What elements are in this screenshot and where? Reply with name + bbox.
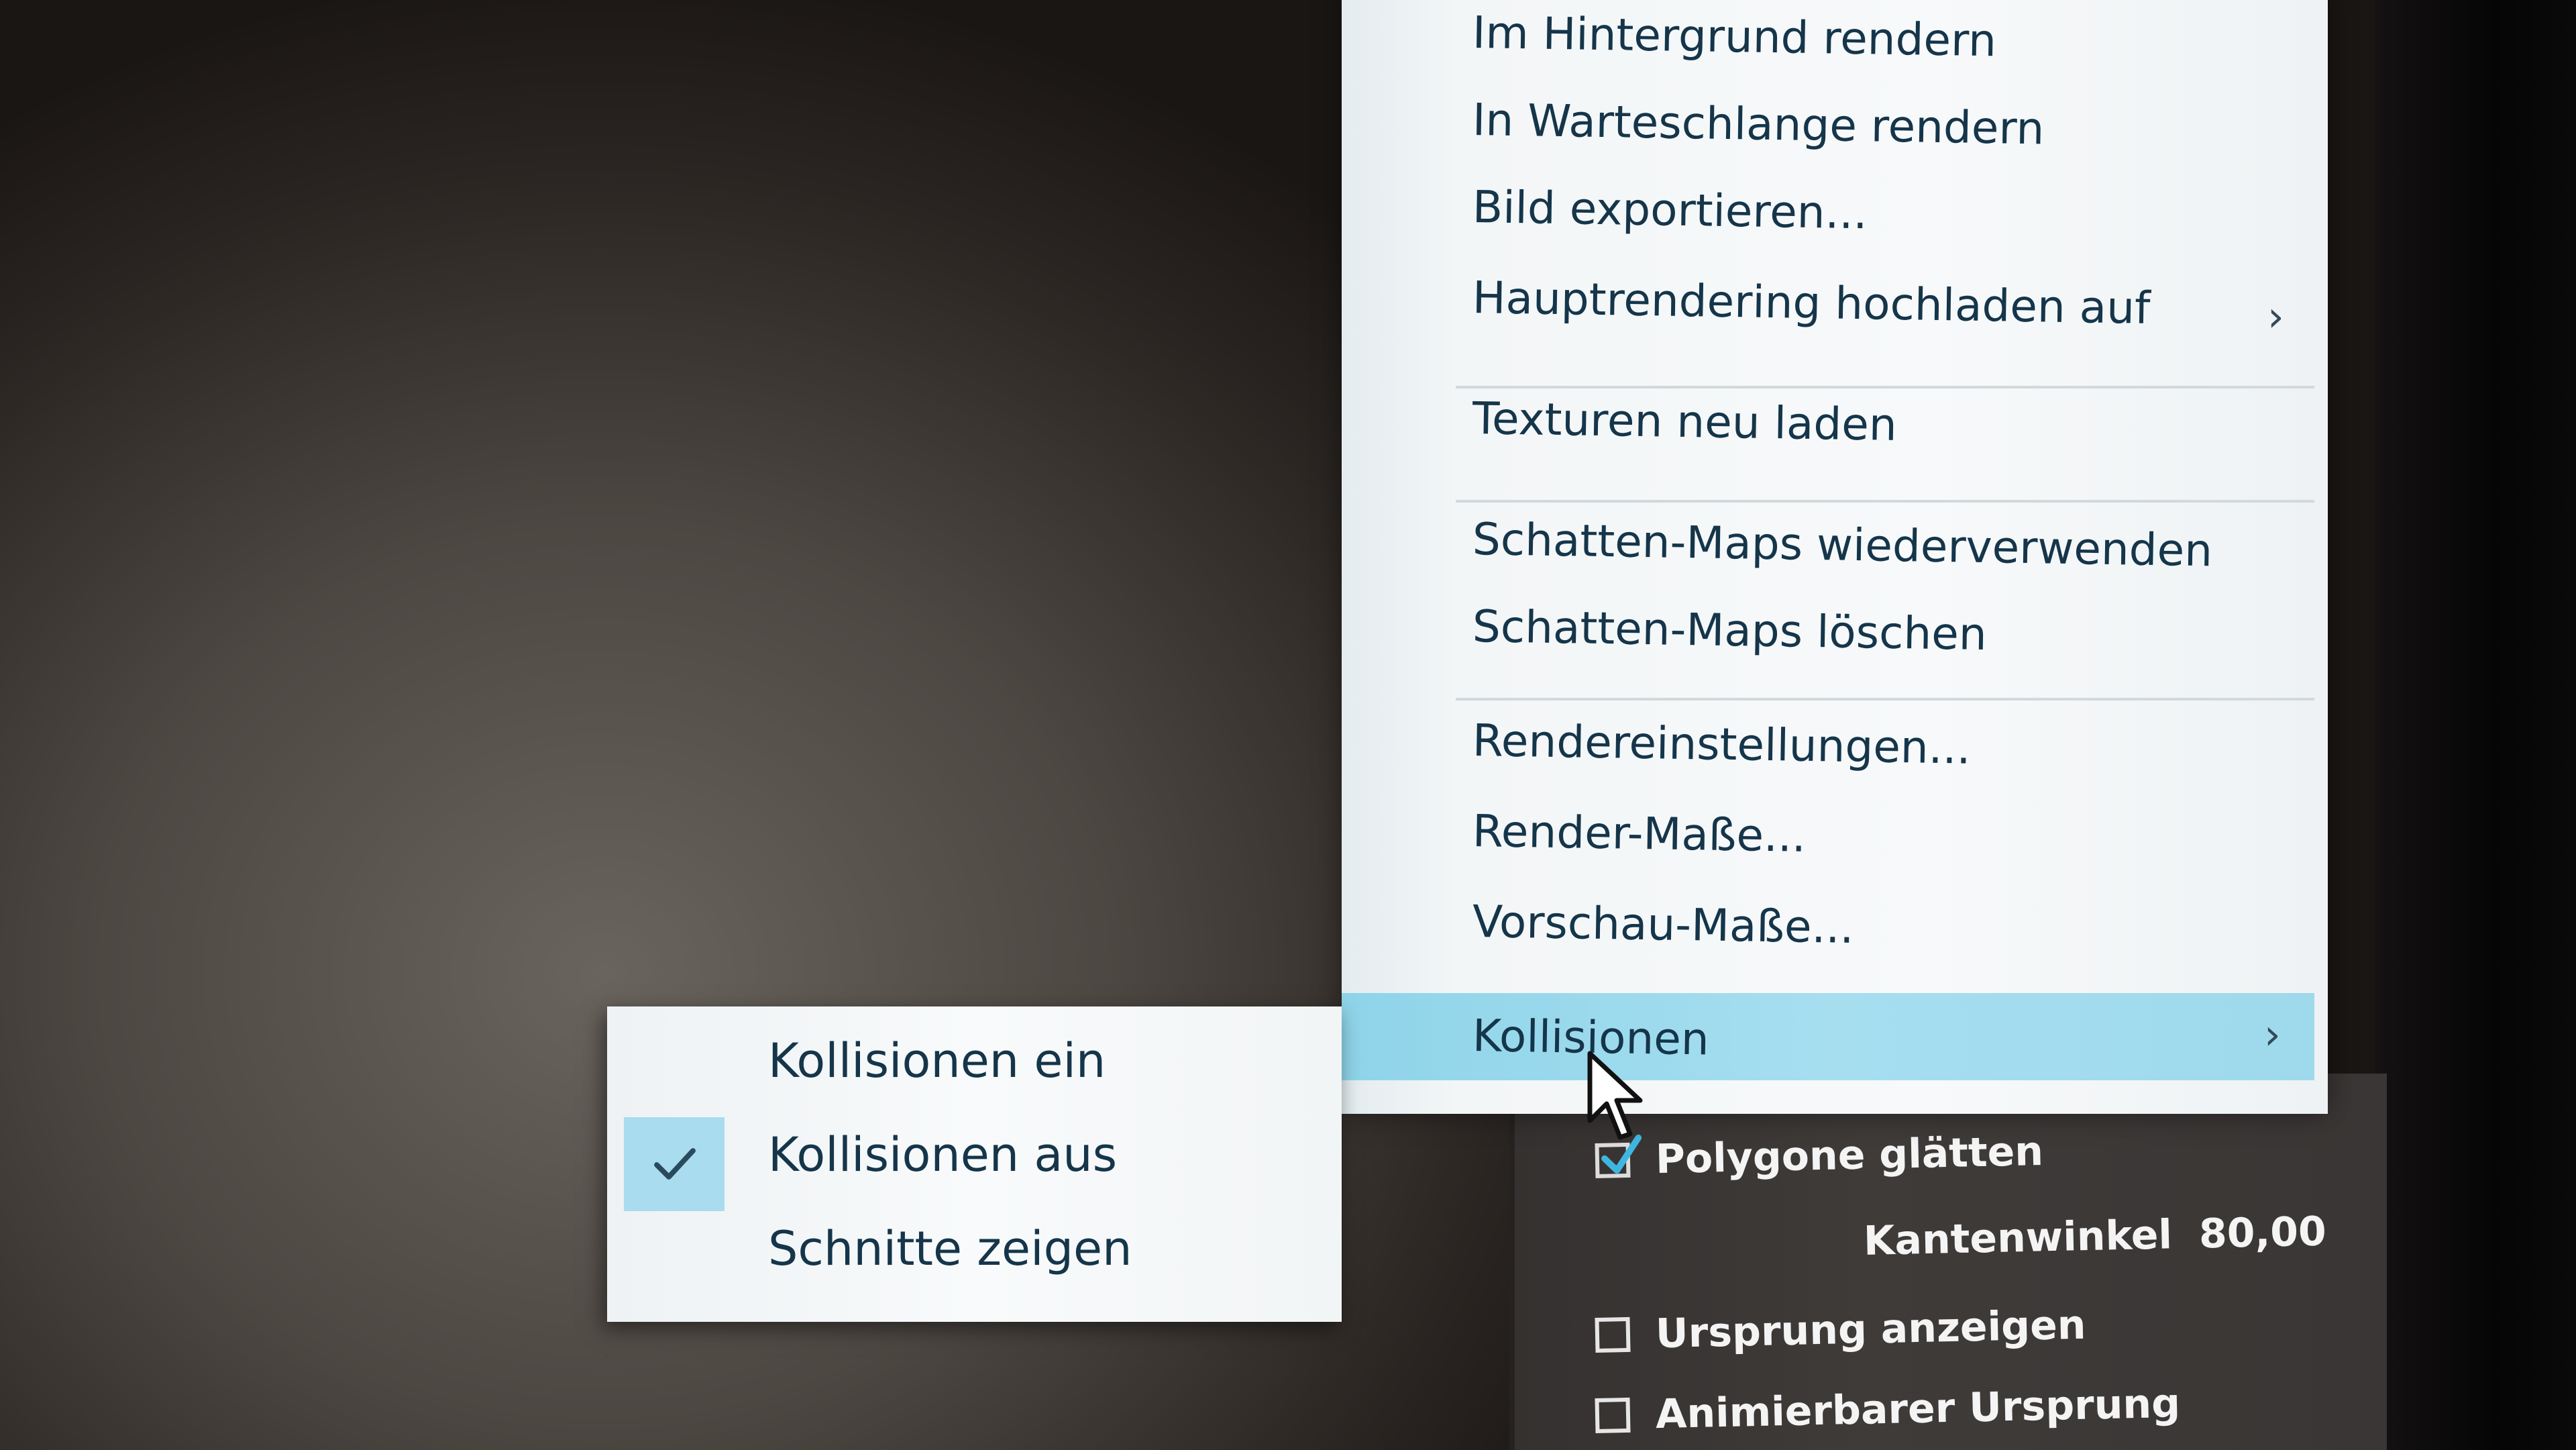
submenu-item-show-cuts[interactable]: Schnitte zeigen (768, 1221, 1132, 1276)
animatable-origin-row[interactable]: Animierbarer Ursprung (1595, 1380, 2181, 1439)
menu-separator (1456, 386, 2314, 389)
monitor-bezel (2375, 0, 2576, 1450)
smooth-polygons-checkbox[interactable] (1595, 1134, 1642, 1178)
smooth-polygons-label: Polygone glätten (1655, 1128, 2044, 1184)
menu-item-render-background[interactable]: Im Hintergrund rendern (1472, 7, 1996, 66)
chevron-right-icon: › (2267, 292, 2284, 341)
menu-item-render-queue[interactable]: In Warteschlange rendern (1472, 94, 2045, 154)
edge-angle-row: Kantenwinkel 80,00 (1863, 1208, 2326, 1265)
show-origin-label: Ursprung anzeigen (1655, 1301, 2087, 1358)
screen-photo: Polygone glätten Kantenwinkel 80,00 Ursp… (0, 0, 2576, 1450)
animatable-origin-label: Animierbarer Ursprung (1655, 1380, 2181, 1439)
chevron-right-icon: › (2264, 1010, 2281, 1059)
menu-item-preview-dimensions[interactable]: Vorschau-Maße... (1472, 896, 1854, 953)
menu-separator (1456, 698, 2314, 701)
menu-item-delete-shadow-maps[interactable]: Schatten-Maps löschen (1472, 601, 1987, 660)
menu-item-render-settings[interactable]: Rendereinstellungen... (1472, 715, 1971, 774)
menu-separator (1456, 500, 2314, 503)
checked-indicator (624, 1117, 724, 1211)
menu-item-upload-main-render[interactable]: Hauptrendering hochladen auf (1472, 272, 2150, 334)
render-context-menu: Im Hintergrund rendern In Warteschlange … (1342, 0, 2328, 1114)
edge-angle-label: Kantenwinkel (1863, 1211, 2173, 1265)
submenu-item-collisions-on[interactable]: Kollisionen ein (768, 1033, 1106, 1088)
mouse-pointer-icon (1587, 1051, 1643, 1140)
submenu-item-collisions-off[interactable]: Kollisionen aus (768, 1127, 1117, 1182)
menu-item-render-dimensions[interactable]: Render-Maße... (1472, 805, 1806, 862)
menu-item-reload-textures[interactable]: Texturen neu laden (1472, 393, 1897, 451)
animatable-origin-checkbox[interactable] (1595, 1397, 1631, 1433)
smooth-polygons-row[interactable]: Polygone glätten (1595, 1128, 2044, 1184)
show-origin-checkbox[interactable] (1595, 1316, 1631, 1353)
show-origin-row[interactable]: Ursprung anzeigen (1595, 1302, 2086, 1359)
menu-item-export-image[interactable]: Bild exportieren... (1472, 181, 1868, 239)
menu-item-reuse-shadow-maps[interactable]: Schatten-Maps wiederverwenden (1472, 513, 2212, 576)
edge-angle-value[interactable]: 80,00 (2198, 1208, 2326, 1258)
checkmark-icon (654, 1148, 696, 1180)
collisions-submenu: Kollisionen ein Kollisionen aus Schnitte… (607, 1006, 1342, 1322)
